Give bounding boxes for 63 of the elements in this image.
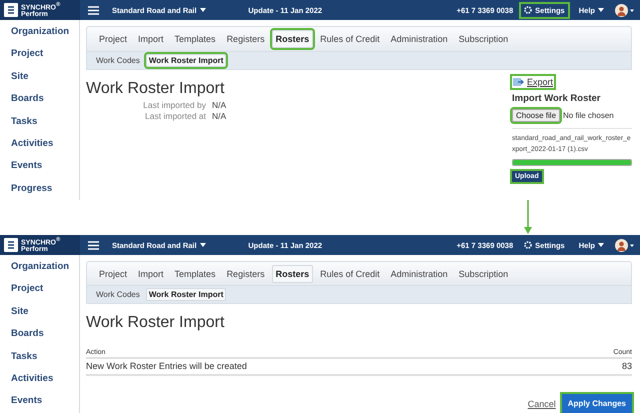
file-status: No file chosen [563, 111, 614, 120]
sidebar-item[interactable]: Boards [11, 91, 79, 106]
sidebar-item[interactable]: Site [11, 68, 79, 84]
tab[interactable]: Administration [386, 264, 452, 283]
tab[interactable]: Subscription [454, 30, 512, 48]
caret-icon [200, 243, 206, 247]
tab[interactable]: Import [134, 264, 168, 283]
tab[interactable]: Templates [170, 30, 220, 48]
caret-icon [598, 8, 604, 12]
sidebar-item[interactable]: Organization [11, 259, 79, 274]
tab[interactable]: Project [95, 30, 132, 48]
info-value: N/A [212, 100, 228, 110]
sidebar-item[interactable]: Site [11, 304, 79, 319]
tab[interactable]: Rosters [272, 264, 314, 283]
avatar-icon[interactable] [615, 4, 634, 16]
sidebar-item[interactable]: Project [11, 281, 79, 296]
choose-file-button[interactable]: Choose file [512, 109, 560, 122]
arrow [523, 200, 533, 235]
tab[interactable]: Import [134, 30, 168, 48]
table-cell: New Work Roster Entries will be created [86, 361, 247, 371]
info-label: Last imported at [144, 111, 206, 121]
sidebar-item[interactable]: Tasks [11, 114, 79, 129]
tab[interactable]: Rules of Credit [316, 30, 384, 48]
tab[interactable]: Rules of Credit [316, 264, 384, 283]
table-cell: 83 [622, 361, 632, 371]
logo-icon [4, 238, 18, 252]
sidebar-item[interactable]: Tasks [11, 348, 79, 364]
menu-icon[interactable] [88, 6, 99, 14]
logo-icon [4, 3, 18, 17]
tab[interactable]: Administration [386, 30, 452, 48]
subtab[interactable]: Work Roster Import [146, 288, 226, 302]
import-heading: Import Work Roster [512, 93, 601, 104]
gear-icon [524, 241, 532, 249]
sidebar-item[interactable]: Boards [11, 326, 79, 342]
caret-icon [200, 8, 206, 12]
export-icon [513, 78, 524, 86]
tab[interactable]: Subscription [454, 264, 512, 283]
gear-icon [524, 6, 532, 14]
sidebar-item[interactable]: Activities [11, 370, 79, 386]
subtab[interactable]: Work Codes [93, 54, 143, 67]
tab[interactable]: Templates [170, 264, 220, 283]
tab[interactable]: Project [95, 264, 132, 283]
tab[interactable]: Registers [222, 30, 269, 48]
sidebar-item[interactable]: Progress [11, 180, 79, 196]
menu-icon[interactable] [88, 240, 99, 250]
sidebar-item[interactable]: Organization [11, 24, 79, 39]
info-label: Last imported by [142, 100, 206, 110]
tab[interactable]: Registers [222, 264, 269, 283]
sidebar-item[interactable]: Events [11, 158, 79, 174]
apply-changes-button[interactable]: Apply Changes [562, 394, 632, 413]
avatar-icon[interactable] [615, 238, 634, 252]
caret-icon [598, 243, 604, 247]
sidebar-item[interactable]: Project [11, 46, 79, 62]
page-title: Work Roster Import [86, 80, 226, 98]
info-value: N/A [212, 111, 228, 121]
page-title: Work Roster Import [86, 314, 226, 332]
cancel-link[interactable]: Cancel [528, 398, 556, 408]
subtab[interactable]: Work Codes [93, 288, 143, 302]
sidebar-item[interactable]: Events [11, 393, 79, 408]
sidebar-item[interactable]: Activities [11, 136, 79, 151]
subtab[interactable]: Work Roster Import [146, 54, 226, 67]
export-link[interactable]: Export [512, 76, 554, 88]
tab[interactable]: Rosters [272, 30, 314, 48]
